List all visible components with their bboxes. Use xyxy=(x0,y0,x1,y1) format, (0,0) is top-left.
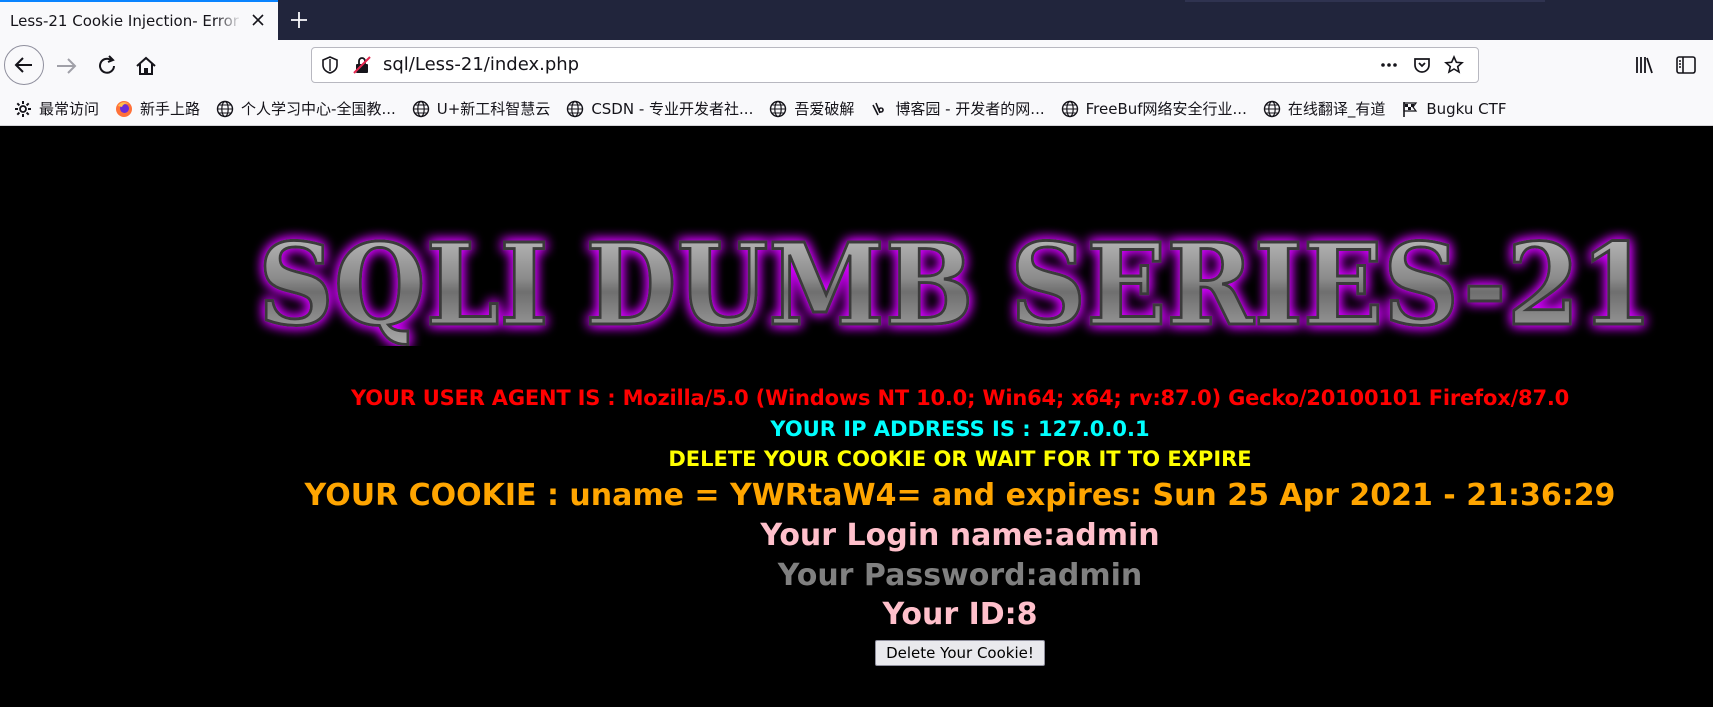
globe-icon xyxy=(412,100,429,117)
button-row: Delete Your Cookie! xyxy=(0,640,1713,666)
bookmark-youdao[interactable]: 在线翻译_有道 xyxy=(1263,98,1386,119)
bookmark-most-visited[interactable]: 最常访问 xyxy=(14,98,99,119)
bookmark-label: 吾爱破解 xyxy=(794,100,855,118)
bookmark-star-icon[interactable] xyxy=(1444,55,1464,75)
bookmark-52pojie[interactable]: 吾爱破解 xyxy=(769,98,854,119)
more-actions-icon[interactable] xyxy=(1379,55,1399,75)
bookmark-bugku[interactable]: Bugku CTF xyxy=(1401,100,1506,118)
new-tab-icon[interactable] xyxy=(289,10,309,30)
globe-icon xyxy=(216,100,234,117)
banner-text: SQLI DUMB SERIES-21 xyxy=(258,220,1653,346)
firefox-icon xyxy=(116,100,133,117)
bookmark-csdn[interactable]: CSDN - 专业开发者社... xyxy=(566,98,753,119)
bookmark-u-cloud[interactable]: U+新工科智慧云 xyxy=(412,98,551,119)
delete-cookie-button[interactable]: Delete Your Cookie! xyxy=(875,640,1045,666)
bookmark-cnblogs[interactable]: 博客园 - 开发者的网... xyxy=(870,98,1045,119)
gear-icon xyxy=(15,100,31,117)
bookmark-label: 个人学习中心-全国教... xyxy=(241,100,396,118)
banner-image: SQLI DUMB SERIES-21 xyxy=(257,219,1655,347)
user-id-text: Your ID:8 xyxy=(882,597,1038,632)
login-name-text: Your Login name:admin xyxy=(760,518,1160,553)
insecure-lock-icon[interactable] xyxy=(352,55,372,75)
user-agent-text: YOUR USER AGENT IS : Mozilla/5.0 (Window… xyxy=(350,386,1570,410)
cookie-info-text: YOUR COOKIE : uname = YWRtaW4= and expir… xyxy=(304,478,1616,513)
tab-title: Less-21 Cookie Injection- Error Based- c… xyxy=(10,12,242,30)
home-icon[interactable] xyxy=(131,51,161,81)
bookmark-label: U+新工科智慧云 xyxy=(436,100,551,118)
browser-tab[interactable]: Less-21 Cookie Injection- Error Based- c… xyxy=(0,0,278,40)
library-icon[interactable] xyxy=(1633,54,1655,76)
bookmark-label: Bugku CTF xyxy=(1426,99,1507,118)
globe-icon xyxy=(567,100,584,117)
flag-icon xyxy=(1403,101,1418,117)
close-icon[interactable] xyxy=(250,12,266,28)
back-button[interactable] xyxy=(4,45,44,85)
bookmark-getting-started[interactable]: 新手上路 xyxy=(115,98,200,119)
cnblogs-icon xyxy=(872,102,885,115)
bookmark-label: 在线翻译_有道 xyxy=(1287,100,1386,118)
bookmark-label: 最常访问 xyxy=(39,100,100,118)
tab-strip: Less-21 Cookie Injection- Error Based- c… xyxy=(0,0,1713,40)
bookmark-freebuf[interactable]: FreeBuf网络安全行业... xyxy=(1061,98,1247,119)
nav-bar: sql/Less-21/index.php xyxy=(0,40,1713,92)
bookmark-label: 新手上路 xyxy=(140,100,201,118)
sidebar-icon[interactable] xyxy=(1675,54,1697,76)
password-text: Your Password:admin xyxy=(777,558,1143,593)
forward-arrow-icon[interactable] xyxy=(52,51,82,81)
pocket-icon[interactable] xyxy=(1412,55,1432,75)
globe-icon xyxy=(1263,100,1281,117)
page-content: SQLI DUMB SERIES-21 YOUR USER AGENT IS :… xyxy=(0,126,1713,707)
bookmark-label: 博客园 - 开发者的网... xyxy=(895,100,1045,118)
ip-address-text: YOUR IP ADDRESS IS : 127.0.0.1 xyxy=(770,417,1150,441)
bookmark-label: FreeBuf网络安全行业... xyxy=(1085,100,1247,118)
tabstrip-decor xyxy=(1185,0,1545,2)
url-bar[interactable]: sql/Less-21/index.php xyxy=(311,47,1479,83)
bookmarks-toolbar: 最常访问 新手上路 个人学习中心-全国教... U+新工科智慧云 CSDN - … xyxy=(0,92,1713,126)
delete-cookie-notice: DELETE YOUR COOKIE OR WAIT FOR IT TO EXP… xyxy=(668,447,1252,471)
back-arrow-icon xyxy=(14,57,32,73)
shield-icon[interactable] xyxy=(320,55,340,75)
url-text[interactable]: sql/Less-21/index.php xyxy=(383,54,579,75)
globe-icon xyxy=(1061,100,1078,117)
reload-icon[interactable] xyxy=(92,51,122,81)
globe-icon xyxy=(770,100,787,117)
bookmark-learning-center[interactable]: 个人学习中心-全国教... xyxy=(216,98,396,119)
bookmark-label: CSDN - 专业开发者社... xyxy=(591,100,754,118)
